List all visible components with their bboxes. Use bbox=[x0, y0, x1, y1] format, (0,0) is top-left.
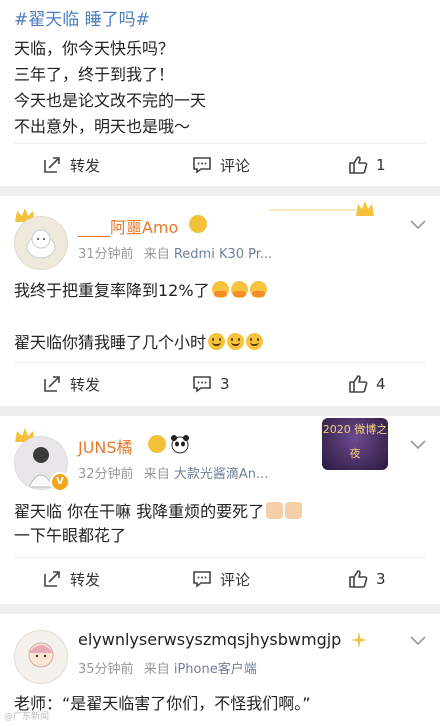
repost-icon bbox=[42, 155, 62, 175]
comment-line: 我终于把重复率降到12%了 bbox=[14, 277, 267, 301]
source-prefix: 来自 bbox=[143, 467, 170, 482]
comment-line: 翟天临 你在干嘛 我降重烦的要死了 bbox=[14, 498, 303, 522]
comment-time: 31分钟前 bbox=[78, 247, 134, 262]
hug-emoji-icon bbox=[230, 281, 248, 298]
comment-line: 一下午眼都花了 bbox=[14, 526, 127, 545]
repost-label: 转发 bbox=[70, 375, 101, 394]
comment-username[interactable]: elywnlyserwsyszmqsjhysbwmgjp bbox=[78, 630, 341, 649]
repost-button[interactable]: 转发 bbox=[42, 144, 100, 186]
comment-count: 3 bbox=[220, 375, 230, 393]
comment-text: 翟天临你猜我睡了几个小时 bbox=[14, 333, 207, 352]
post-action-bar: 转发 评论 1 bbox=[0, 144, 440, 186]
comment-line: 老师：“是翟天临害了你们，不怪我们啊。” bbox=[14, 694, 311, 713]
smile-emoji-icon bbox=[227, 333, 245, 350]
like-button[interactable]: 4 bbox=[348, 363, 386, 405]
cartoon-girl-avatar-icon bbox=[28, 642, 54, 668]
watermark: @广东新闻 bbox=[4, 712, 50, 722]
face-emoji-icon bbox=[266, 502, 284, 519]
chevron-down-icon[interactable] bbox=[410, 220, 426, 230]
comment-time: 35分钟前 bbox=[78, 662, 134, 677]
comment-button[interactable]: 评论 bbox=[192, 558, 250, 600]
comment-icon bbox=[192, 569, 212, 589]
chevron-down-icon[interactable] bbox=[410, 636, 426, 646]
comment-meta: 32分钟前 来自 大款光酱滴An... bbox=[78, 463, 268, 482]
post-line: 三年了，终于到我了！ bbox=[14, 65, 175, 84]
comment-source[interactable]: iPhone客户端 bbox=[174, 662, 257, 677]
weibo-night-badge[interactable]: 2020 微博之夜 bbox=[322, 418, 388, 470]
post-line: 今天也是论文改不完的一天 bbox=[14, 91, 207, 110]
topic-hashtag[interactable]: #翟天临 睡了吗# bbox=[14, 5, 150, 30]
verified-badge-icon: V bbox=[50, 472, 70, 492]
smile-emoji-icon bbox=[246, 333, 264, 350]
repost-button[interactable]: 转发 bbox=[42, 558, 100, 600]
repost-icon bbox=[42, 374, 62, 394]
thumbs-up-icon bbox=[348, 569, 368, 589]
comment-source[interactable]: 大款光酱滴An... bbox=[174, 467, 269, 482]
sparkle-icon bbox=[351, 632, 367, 648]
repost-icon bbox=[42, 569, 62, 589]
vip-crown-icon bbox=[189, 215, 207, 233]
comment-source[interactable]: Redmi K30 Pr... bbox=[174, 247, 272, 262]
comment-label: 评论 bbox=[220, 156, 251, 175]
post-line: 天临，你今天快乐吗？ bbox=[14, 39, 175, 58]
comment-meta: 35分钟前 来自 iPhone客户端 bbox=[78, 658, 257, 677]
comment-meta: 31分钟前 来自 Redmi K30 Pr... bbox=[78, 243, 272, 262]
comment-card: ____阿噩Amo 31分钟前 来自 Redmi K30 Pr... 我终于把重… bbox=[0, 196, 440, 406]
comment-icon bbox=[192, 155, 212, 175]
comment-label: 评论 bbox=[220, 570, 251, 589]
like-count: 3 bbox=[376, 570, 386, 588]
chevron-down-icon[interactable] bbox=[410, 440, 426, 450]
comment-action-bar: 转发 3 4 bbox=[0, 363, 440, 405]
source-prefix: 来自 bbox=[143, 662, 170, 677]
comment-icon bbox=[192, 374, 212, 394]
comment-action-bar: 转发 评论 3 bbox=[0, 558, 440, 600]
post-card: #翟天临 睡了吗# 天临，你今天快乐吗？ 三年了，终于到我了！ 今天也是论文改不… bbox=[0, 0, 440, 186]
repost-button[interactable]: 转发 bbox=[42, 363, 100, 405]
vip-crown-icon bbox=[148, 435, 166, 453]
avatar[interactable] bbox=[14, 630, 68, 684]
comment-button[interactable]: 评论 bbox=[192, 144, 250, 186]
like-count: 4 bbox=[376, 375, 386, 393]
post-line: 不出意外，明天也是哦～ bbox=[14, 117, 191, 136]
comment-username[interactable]: JUNS橘 bbox=[78, 434, 133, 458]
sheep-avatar-icon bbox=[26, 229, 56, 259]
avatar[interactable] bbox=[14, 216, 68, 270]
decoration-crown-icon bbox=[270, 201, 374, 216]
thumbs-up-icon bbox=[348, 155, 368, 175]
source-prefix: 来自 bbox=[143, 247, 170, 262]
comment-username[interactable]: ____阿噩Amo bbox=[78, 214, 178, 238]
comment-card: V JUNS橘 32分钟前 来自 大款光酱滴An... 2020 微博之夜 翟天… bbox=[0, 416, 440, 604]
repost-label: 转发 bbox=[70, 570, 101, 589]
comment-line: 翟天临你猜我睡了几个小时 bbox=[14, 329, 264, 353]
comment-time: 32分钟前 bbox=[78, 467, 134, 482]
face-emoji-icon bbox=[285, 502, 303, 519]
comment-card: elywnlyserwsyszmqsjhysbwmgjp 35分钟前 来自 iP… bbox=[0, 614, 440, 726]
like-count: 1 bbox=[376, 156, 386, 174]
panda-icon bbox=[171, 435, 189, 454]
comment-text: 翟天临 你在干嘛 我降重烦的要死了 bbox=[14, 502, 265, 521]
repost-label: 转发 bbox=[70, 156, 101, 175]
comment-button[interactable]: 3 bbox=[192, 363, 230, 405]
like-button[interactable]: 1 bbox=[348, 144, 386, 186]
hug-emoji-icon bbox=[249, 281, 267, 298]
hug-emoji-icon bbox=[211, 281, 229, 298]
thumbs-up-icon bbox=[348, 374, 368, 394]
smile-emoji-icon bbox=[208, 333, 226, 350]
comment-text: 我终于把重复率降到12%了 bbox=[14, 281, 210, 300]
like-button[interactable]: 3 bbox=[348, 558, 386, 600]
